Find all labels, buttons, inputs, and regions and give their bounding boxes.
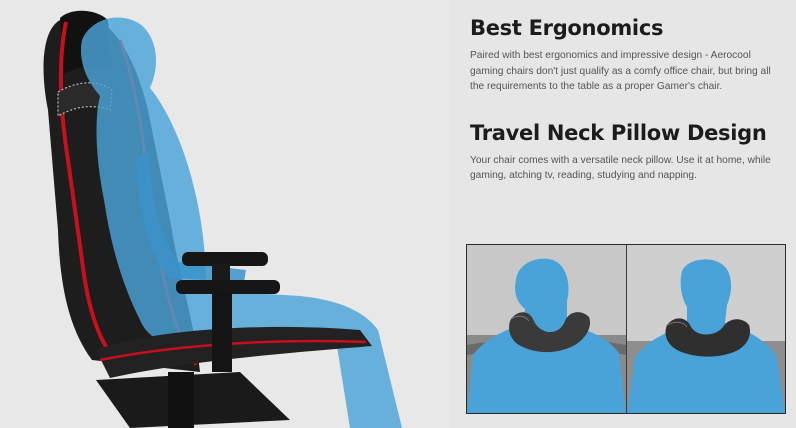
section-body-best-ergonomics: Paired with best ergonomics and impressi… [470, 50, 771, 92]
neck-pillow-front-icon [467, 245, 626, 413]
product-feature-section: Best Ergonomics Paired with best ergonom… [0, 0, 796, 428]
neck-pillow-back-icon [627, 245, 785, 413]
chair-illustration [0, 0, 450, 428]
section-body-travel-neck-pillow: Your chair comes with a versatile neck p… [470, 154, 771, 182]
feature-text: Best Ergonomics Paired with best ergonom… [470, 14, 786, 184]
neck-pillow-front-photo [467, 245, 626, 413]
neck-pillow-photos [466, 244, 786, 414]
neck-pillow-back-photo [626, 245, 785, 413]
gaming-chair-icon [0, 0, 450, 428]
section-title-travel-neck-pillow: Travel Neck Pillow Design [470, 120, 767, 145]
section-title-best-ergonomics: Best Ergonomics [470, 16, 664, 40]
